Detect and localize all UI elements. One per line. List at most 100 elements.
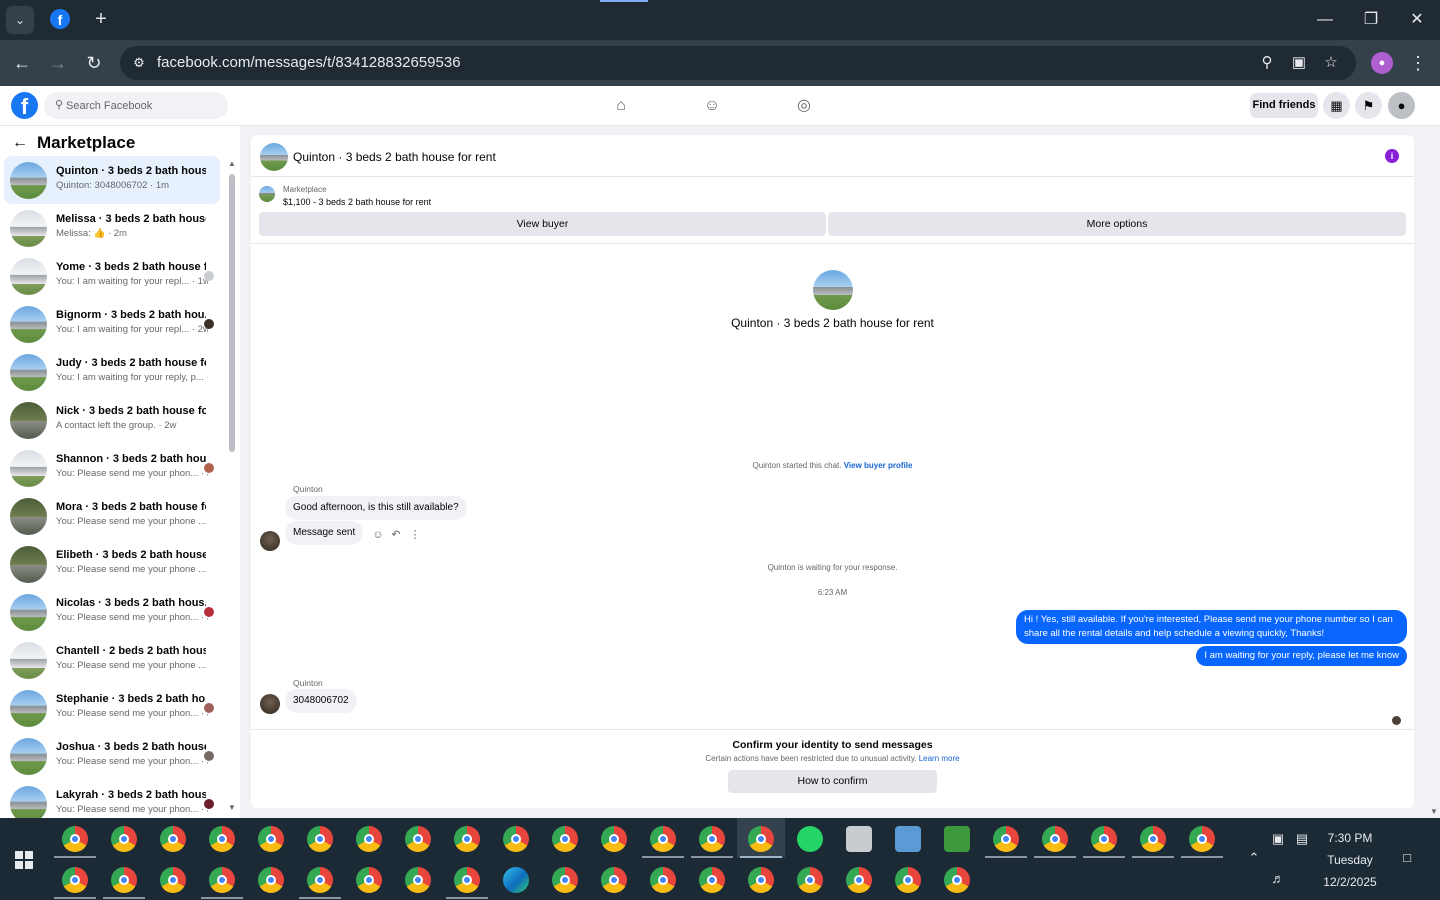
outgoing-message[interactable]: I am waiting for your reply, please let … (1196, 646, 1407, 666)
edge-app-icon[interactable] (503, 867, 529, 893)
chrome-app-icon[interactable] (405, 826, 431, 852)
reply-icon[interactable]: ↶ (388, 527, 404, 543)
address-bar[interactable]: ⚙ facebook.com/messages/t/83412883265953… (120, 46, 1356, 80)
home-icon[interactable]: ⌂ (609, 94, 633, 118)
reload-button[interactable]: ↻ (82, 51, 106, 75)
notifications-bell-icon[interactable]: ⚑ (1355, 92, 1382, 119)
chrome-app-icon[interactable] (748, 867, 774, 893)
facebook-tab-icon[interactable]: f (50, 9, 70, 29)
conversation-item[interactable]: Lakyrah · 3 beds 2 bath hous... You: Ple… (4, 780, 220, 818)
info-icon[interactable]: i (1385, 149, 1399, 163)
listing-price[interactable]: $1,100 - 3 beds 2 bath house for rent (283, 197, 431, 207)
chrome-app-icon[interactable] (111, 826, 137, 852)
chrome-app-icon[interactable] (1091, 826, 1117, 852)
tab-search-button[interactable]: ⌄ (6, 6, 34, 34)
page-scrollbar[interactable]: ▼ (1428, 126, 1440, 818)
chrome-app-icon[interactable] (993, 826, 1019, 852)
chrome-app-icon[interactable] (258, 826, 284, 852)
chrome-app-icon[interactable] (944, 867, 970, 893)
chrome-app-icon[interactable] (748, 826, 774, 852)
volume-icon[interactable]: ♬ (1270, 871, 1286, 886)
sender-avatar[interactable] (260, 694, 280, 714)
conversation-item[interactable]: Joshua · 3 beds 2 bath house... You: Ple… (4, 732, 220, 780)
chrome-app-icon[interactable] (601, 867, 627, 893)
notification-center-icon[interactable]: □ (1398, 850, 1416, 865)
zoom-icon[interactable]: ⚲ (1257, 53, 1277, 73)
bookmark-star-icon[interactable]: ☆ (1321, 53, 1341, 73)
site-info-icon[interactable]: ⚙ (130, 54, 148, 72)
whatsapp-app-icon[interactable] (797, 826, 823, 852)
conversation-item[interactable]: Mora · 3 beds 2 bath house for... You: P… (4, 492, 220, 540)
chrome-app-icon[interactable] (552, 867, 578, 893)
chrome-app-icon[interactable] (160, 867, 186, 893)
facebook-search[interactable]: ⚲ (44, 92, 228, 119)
chrome-app-icon[interactable] (454, 867, 480, 893)
conversation-item[interactable]: Melissa · 3 beds 2 bath house f... Melis… (4, 204, 220, 252)
chrome-app-icon[interactable] (405, 867, 431, 893)
sidebar-scrollbar[interactable]: ▲ ▼ (228, 160, 236, 812)
keyboard-app-icon[interactable] (895, 826, 921, 852)
account-avatar[interactable]: ● (1388, 92, 1415, 119)
notepad-app-icon[interactable] (944, 826, 970, 852)
conversation-item[interactable]: Shannon · 3 beds 2 bath hou... You: Plea… (4, 444, 220, 492)
react-emoji-icon[interactable]: ☺ (370, 527, 386, 543)
conversation-item[interactable]: Nick · 3 beds 2 bath house for r... A co… (4, 396, 220, 444)
clock-date[interactable]: 12/2/2025 (1318, 875, 1382, 889)
chrome-app-icon[interactable] (797, 867, 823, 893)
meet-now-icon[interactable]: ▣ (1270, 831, 1286, 847)
more-options-button[interactable]: More options (828, 212, 1406, 236)
incoming-message[interactable]: 3048006702 (285, 689, 357, 713)
minimize-button[interactable]: — (1313, 8, 1337, 32)
listing-thumbnail[interactable] (259, 186, 275, 202)
scroll-up-icon[interactable]: ▲ (228, 160, 236, 168)
groups-icon[interactable]: ◎ (792, 94, 816, 118)
more-icon[interactable]: ⋮ (407, 527, 423, 543)
close-window-button[interactable]: ✕ (1405, 8, 1429, 32)
chat-avatar[interactable] (260, 143, 288, 171)
chrome-app-icon[interactable] (111, 867, 137, 893)
conversation-item[interactable]: Quinton · 3 beds 2 bath house ... Quinto… (4, 156, 220, 204)
chrome-app-icon[interactable] (209, 826, 235, 852)
chrome-app-icon[interactable] (699, 826, 725, 852)
restore-button[interactable]: ❐ (1359, 8, 1383, 32)
clock-day[interactable]: Tuesday (1318, 853, 1382, 867)
show-hidden-icons-icon[interactable]: ⌃ (1246, 850, 1262, 866)
learn-more-link[interactable]: Learn more (919, 754, 960, 763)
chrome-app-icon[interactable] (209, 867, 235, 893)
conversation-item[interactable]: Stephanie · 3 beds 2 bath ho... You: Ple… (4, 684, 220, 732)
windows-start-icon[interactable] (15, 851, 33, 869)
chrome-app-icon[interactable] (699, 867, 725, 893)
url-text[interactable]: facebook.com/messages/t/834128832659536 (157, 54, 461, 71)
chrome-app-icon[interactable] (601, 826, 627, 852)
chrome-app-icon[interactable] (356, 826, 382, 852)
chrome-app-icon[interactable] (1140, 826, 1166, 852)
scroll-thumb[interactable] (229, 174, 235, 452)
facebook-logo[interactable]: f (11, 92, 38, 119)
view-buyer-button[interactable]: View buyer (259, 212, 826, 236)
conversation-item[interactable]: Judy · 3 beds 2 bath house for ... You: … (4, 348, 220, 396)
browser-menu-icon[interactable]: ⋮ (1408, 51, 1428, 75)
clock-time[interactable]: 7:30 PM (1318, 831, 1382, 845)
chrome-app-icon[interactable] (650, 826, 676, 852)
outgoing-message[interactable]: Hi ! Yes, still available. If you're int… (1016, 610, 1407, 644)
search-input[interactable] (66, 92, 224, 119)
conversation-item[interactable]: Bignorm · 3 beds 2 bath hou... You: I am… (4, 300, 220, 348)
chrome-app-icon[interactable] (552, 826, 578, 852)
chrome-app-icon[interactable] (1189, 826, 1215, 852)
forward-button[interactable]: → (46, 51, 70, 75)
chat-title[interactable]: Quinton · 3 beds 2 bath house for rent (293, 150, 496, 164)
conversation-item[interactable]: Yome · 3 beds 2 bath house f... You: I a… (4, 252, 220, 300)
chrome-app-icon[interactable] (503, 826, 529, 852)
chrome-app-icon[interactable] (62, 826, 88, 852)
chrome-app-icon[interactable] (307, 867, 333, 893)
how-to-confirm-button[interactable]: How to confirm (728, 770, 937, 793)
incoming-message[interactable]: Message sent (285, 521, 364, 545)
chrome-app-icon[interactable] (454, 826, 480, 852)
conversation-item[interactable]: Chantell · 2 beds 2 bath house ... You: … (4, 636, 220, 684)
conversation-item[interactable]: Elibeth · 3 beds 2 bath house f... You: … (4, 540, 220, 588)
chrome-app-icon[interactable] (650, 867, 676, 893)
install-app-icon[interactable]: ▣ (1289, 53, 1309, 73)
network-icon[interactable]: ▤ (1294, 831, 1310, 847)
chrome-app-icon[interactable] (846, 867, 872, 893)
back-button[interactable]: ← (10, 51, 34, 75)
